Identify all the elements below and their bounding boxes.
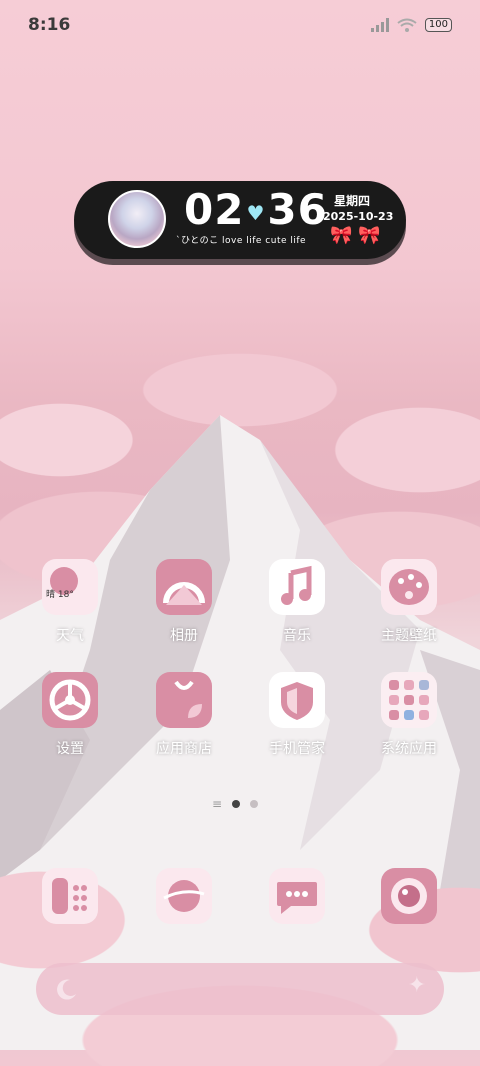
app-store[interactable]: 应用商店: [144, 672, 224, 758]
app-label: 手机管家: [269, 741, 325, 757]
app-label: 主题壁纸: [381, 628, 437, 644]
app-settings[interactable]: 设置: [30, 672, 110, 758]
app-label: 相册: [170, 628, 198, 644]
app-themes[interactable]: 主题壁纸: [369, 559, 449, 645]
clock-hours: 02: [184, 185, 245, 234]
gallery-icon: [156, 559, 212, 615]
widget-clock: 02 ♥36: [184, 185, 328, 234]
weather-icon: 晴 18°: [42, 559, 98, 615]
shield-icon: [269, 672, 325, 728]
wifi-icon: [397, 18, 417, 32]
clock-widget[interactable]: 02 ♥36 `ひとのこ love life cute life 星期四 2025…: [74, 181, 406, 259]
app-weather[interactable]: 晴 18° 天气: [30, 559, 110, 645]
page-indicator[interactable]: ≡: [212, 797, 259, 811]
dock-messages[interactable]: [257, 868, 337, 924]
heart-icon: ♥: [246, 200, 266, 225]
app-music[interactable]: 音乐: [257, 559, 337, 645]
clock-minutes: 36: [267, 185, 328, 234]
app-label: 音乐: [283, 628, 311, 644]
app-system-folder[interactable]: 系统应用: [369, 672, 449, 758]
moon-icon[interactable]: [54, 976, 80, 1002]
app-label: 天气: [56, 628, 84, 644]
music-icon: [269, 559, 325, 615]
bow-icons: 🎀 🎀: [330, 225, 381, 246]
palette-icon: [381, 559, 437, 615]
folder-icon: [381, 672, 437, 728]
page-dot[interactable]: [250, 800, 259, 808]
signal-icon: [370, 18, 389, 32]
dock-phone[interactable]: [30, 868, 110, 924]
sparkle-icon[interactable]: ✦: [408, 973, 426, 998]
page-dot-active[interactable]: [232, 800, 241, 808]
weather-sub: 晴 18°: [46, 590, 74, 600]
app-security[interactable]: 手机管家: [257, 672, 337, 758]
camera-icon: [381, 868, 437, 924]
settings-icon: [42, 672, 98, 728]
widget-date: 2025-10-23: [323, 210, 394, 223]
dock-camera[interactable]: [369, 868, 449, 924]
status-bar: 8:16 100: [0, 0, 480, 50]
search-bar[interactable]: ✦: [36, 963, 444, 1015]
store-icon: [156, 672, 212, 728]
app-label: 应用商店: [156, 741, 212, 757]
dock-browser[interactable]: [144, 868, 224, 924]
widget-avatar: [108, 190, 166, 248]
status-time: 8:16: [28, 15, 71, 35]
app-label: 设置: [56, 741, 84, 757]
widget-tagline: `ひとのこ love life cute life: [176, 236, 307, 246]
widget-weekday: 星期四: [334, 194, 371, 208]
phone-icon: [42, 868, 98, 924]
battery-indicator: 100: [424, 18, 452, 32]
app-label: 系统应用: [381, 741, 437, 757]
message-icon: [269, 868, 325, 924]
app-gallery[interactable]: 相册: [144, 559, 224, 645]
browser-icon: [156, 868, 212, 924]
drawer-lines-icon[interactable]: ≡: [212, 797, 222, 811]
